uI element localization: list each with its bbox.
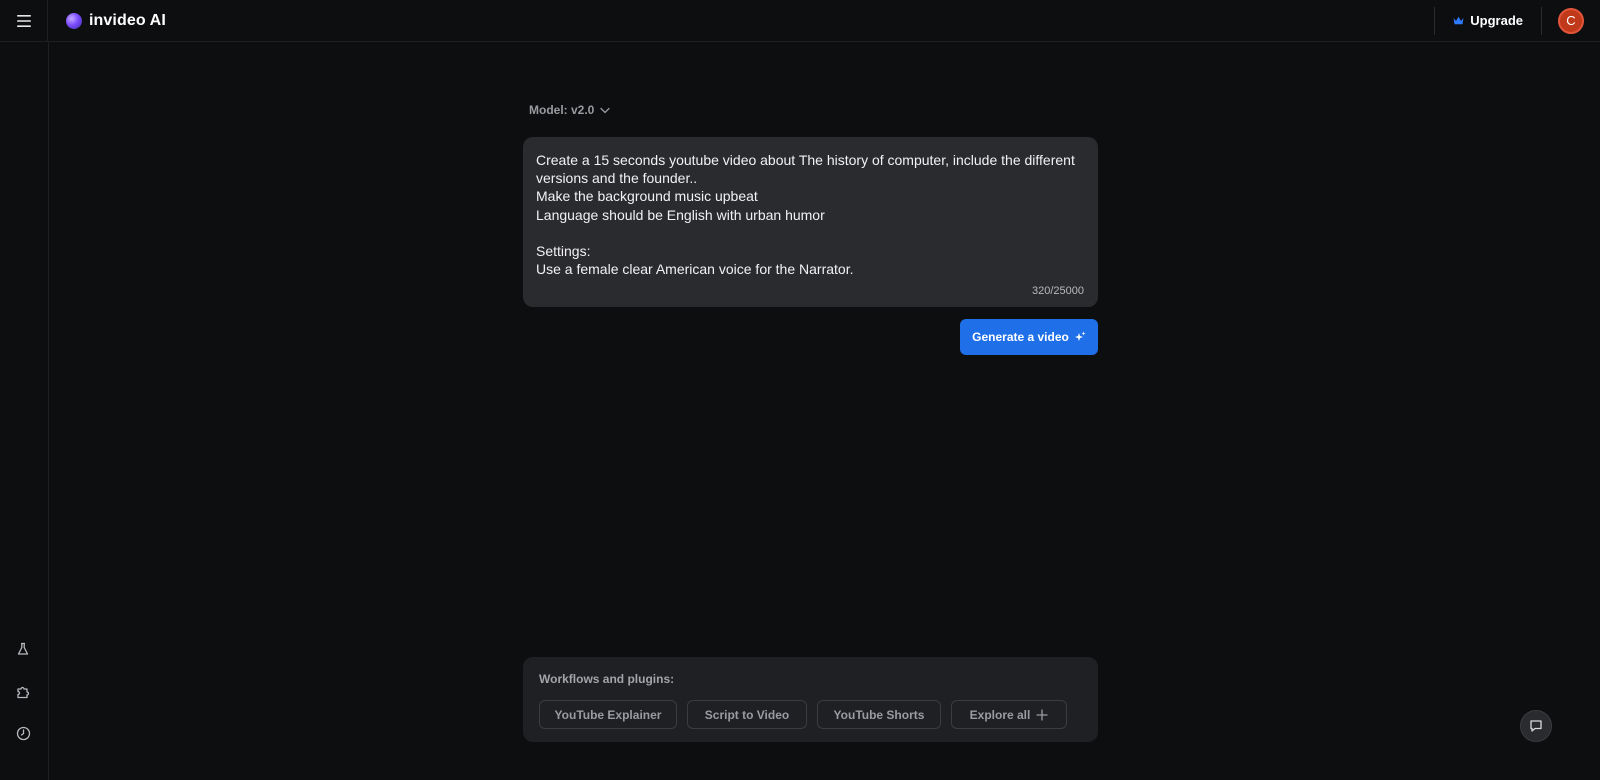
chat-button[interactable] [1520,710,1552,742]
avatar[interactable]: C [1558,7,1584,34]
app-name: invideo AI [89,11,166,29]
generate-video-button[interactable]: Generate a video [960,319,1098,355]
sidebar [0,42,49,780]
model-selector[interactable]: Model: v2.0 [529,103,611,117]
explore-all-label: Explore all [969,707,1031,722]
plus-icon [1036,708,1048,721]
workflow-chips: YouTube Explainer Script to Video YouTub… [539,700,1077,729]
char-count: 320/25000 [1032,285,1084,297]
prompt-input[interactable]: Create a 15 seconds youtube video about … [523,137,1098,307]
chevron-down-icon [600,107,611,113]
chip-explore-all[interactable]: Explore all [951,700,1067,729]
workflows-title: Workflows and plugins: [539,672,675,686]
history-icon[interactable] [12,722,34,744]
sparkle-icon [1074,331,1086,341]
model-label: Model: v2.0 [529,103,595,117]
chip-youtube-explainer[interactable]: YouTube Explainer [539,700,677,729]
brand[interactable]: invideo AI [66,12,166,30]
hamburger-icon [16,14,31,27]
upgrade-button[interactable]: Upgrade [1435,0,1541,42]
main-content: Model: v2.0 Create a 15 seconds youtube … [49,42,1600,780]
generate-label: Generate a video [972,330,1069,344]
prompt-text[interactable]: Create a 15 seconds youtube video about … [536,151,1085,281]
puzzle-icon[interactable] [12,680,34,702]
menu-button[interactable] [0,0,48,42]
crown-icon [1453,16,1464,25]
topbar-right: Upgrade C [1434,0,1600,42]
logo-icon [66,12,82,29]
upgrade-label: Upgrade [1470,13,1523,28]
workflows-panel: Workflows and plugins: YouTube Explainer… [523,657,1098,742]
chat-icon [1530,720,1542,732]
top-bar: invideo AI Upgrade C [0,0,1600,42]
chip-youtube-shorts[interactable]: YouTube Shorts [817,700,941,729]
chip-script-to-video[interactable]: Script to Video [687,700,807,729]
flask-icon[interactable] [12,638,34,660]
